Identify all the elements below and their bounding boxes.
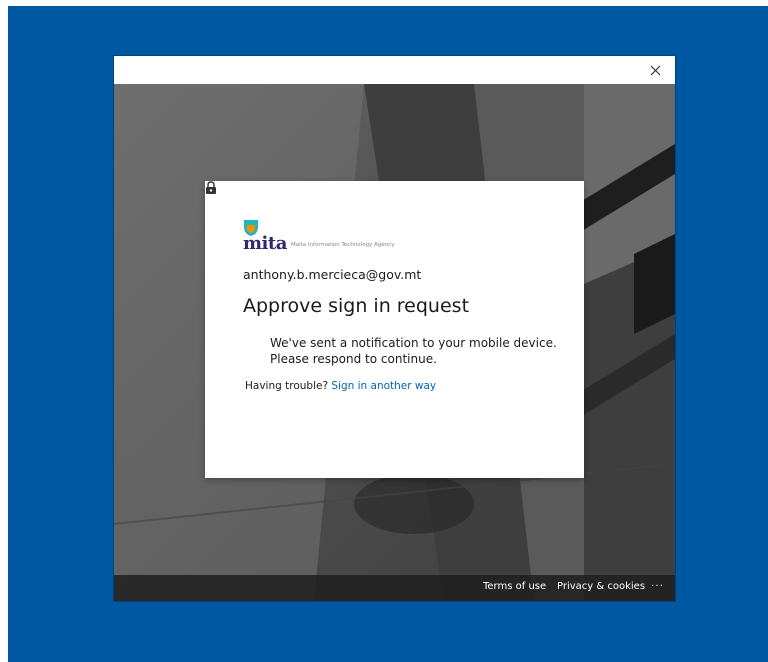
notification-line-2: Please respond to continue. [270, 352, 437, 366]
trouble-row: Having trouble? Sign in another way [245, 380, 436, 392]
privacy-cookies-link[interactable]: Privacy & cookies [557, 581, 645, 592]
footer-bar: Terms of use Privacy & cookies · · · [114, 575, 675, 601]
background-image: mita Malta Information Technology Agency… [114, 84, 675, 601]
logo-wordmark: mita [243, 233, 287, 254]
more-options-button[interactable]: · · · [651, 581, 663, 592]
sign-in-dialog: mita Malta Information Technology Agency… [114, 56, 675, 601]
logo-tagline: Malta Information Technology Agency [291, 242, 395, 248]
notification-message: We've sent a notification to your mobile… [270, 335, 560, 367]
sign-in-card: mita Malta Information Technology Agency… [205, 181, 584, 478]
close-button[interactable] [645, 60, 665, 80]
account-email: anthony.b.mercieca@gov.mt [243, 267, 422, 282]
sign-in-another-way-link[interactable]: Sign in another way [331, 380, 436, 392]
mita-logo: mita Malta Information Technology Agency [243, 219, 443, 254]
notification-line-1: We've sent a notification to your mobile… [270, 336, 557, 350]
dialog-titlebar [114, 56, 675, 84]
page-title: Approve sign in request [243, 295, 470, 317]
lock-icon [206, 181, 216, 194]
trouble-text: Having trouble? [245, 380, 332, 392]
terms-of-use-link[interactable]: Terms of use [483, 581, 546, 592]
close-icon [650, 65, 660, 75]
